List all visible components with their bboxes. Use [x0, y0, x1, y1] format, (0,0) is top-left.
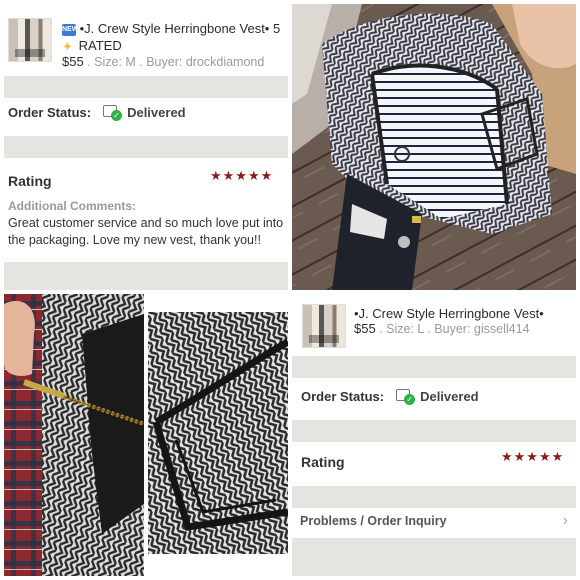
pocket-closeup-image — [148, 312, 288, 554]
delivered-box-icon: ✓ — [396, 388, 416, 405]
order-panel-1: NEW •J. Crew Style Herringbone Vest• 5 ✦… — [4, 4, 288, 290]
separator — [292, 420, 576, 442]
order-status-value: Delivered — [127, 104, 186, 120]
separator — [4, 136, 288, 158]
separator — [4, 262, 288, 290]
zipper-closeup-photo — [4, 294, 144, 576]
product-title-line2: RATED — [78, 38, 122, 53]
comments-text: Great customer service and so much love … — [8, 216, 284, 247]
vest-selfie-photo — [292, 4, 576, 290]
order-status-value: Delivered — [420, 388, 479, 404]
order-meta: $55 . Size: L . Buyer: gissell414 — [354, 321, 529, 336]
rating-stars: ★★★★★ — [210, 168, 274, 183]
problems-label: Problems / Order Inquiry — [300, 514, 447, 528]
order-status-label: Order Status: — [8, 104, 92, 120]
size-buyer: . Size: M . Buyer: drockdiamond — [83, 55, 265, 69]
order-status-label: Order Status: — [301, 388, 385, 404]
pocket-closeup-photo — [148, 312, 288, 554]
new-badge-icon: NEW — [62, 23, 78, 36]
comments-title: Additional Comments: — [8, 199, 136, 213]
rating-label: Rating — [8, 173, 52, 189]
product-thumbnail[interactable] — [8, 18, 52, 62]
price: $55 — [62, 54, 84, 69]
separator — [292, 538, 576, 576]
vest-selfie-image — [292, 4, 576, 290]
zipper-closeup-image — [4, 294, 144, 576]
product-title[interactable]: •J. Crew Style Herringbone Vest• — [354, 305, 574, 322]
separator — [4, 76, 288, 98]
product-title-text: •J. Crew Style Herringbone Vest• 5 — [79, 21, 281, 36]
chevron-right-icon: › — [562, 512, 568, 529]
size-buyer: . Size: L . Buyer: gissell414 — [375, 322, 530, 336]
glowing-star-icon: ✦ — [62, 39, 73, 55]
product-title[interactable]: NEW •J. Crew Style Herringbone Vest• 5 ✦… — [62, 20, 286, 54]
delivered-box-icon: ✓ — [103, 104, 123, 121]
order-panel-2: •J. Crew Style Herringbone Vest• $55 . S… — [292, 294, 576, 576]
product-thumbnail[interactable] — [302, 304, 346, 348]
order-meta: $55 . Size: M . Buyer: drockdiamond — [62, 54, 264, 69]
order-status-row: Order Status: ✓ Delivered — [301, 388, 576, 405]
separator — [292, 486, 576, 508]
rating-label: Rating — [301, 454, 345, 470]
rating-stars: ★★★★★ — [501, 449, 565, 464]
separator — [292, 356, 576, 378]
order-status-row: Order Status: ✓ Delivered — [8, 104, 288, 121]
problems-order-inquiry[interactable]: Problems / Order Inquiry › — [292, 510, 576, 532]
price: $55 — [354, 321, 376, 336]
